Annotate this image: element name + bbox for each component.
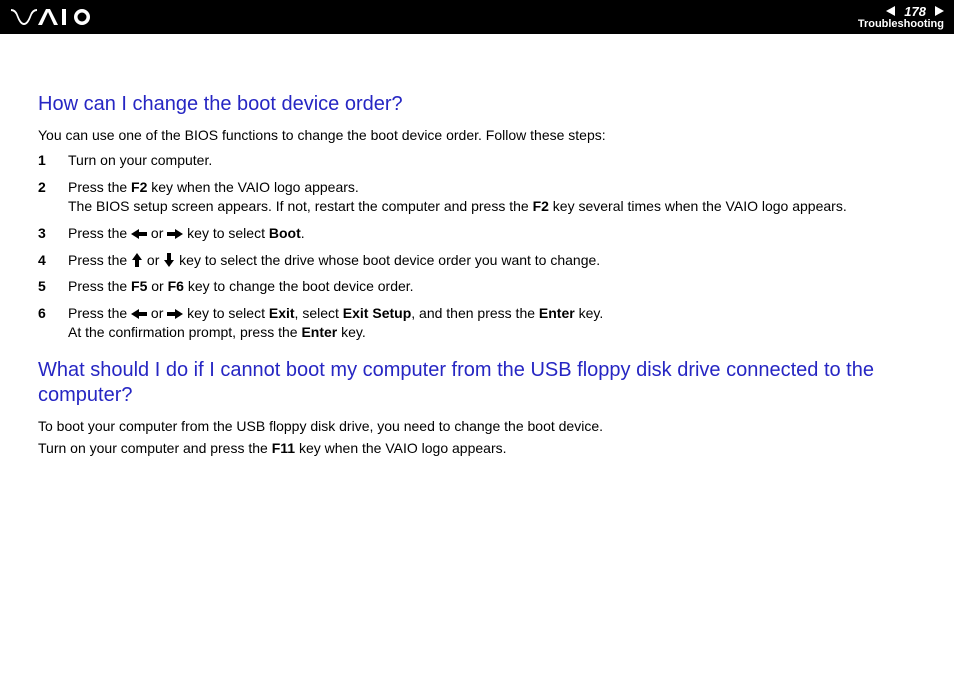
arrow-left-icon xyxy=(131,228,147,240)
step-5: Press the F5 or F6 key to change the boo… xyxy=(38,277,919,296)
heading-boot-order: How can I change the boot device order? xyxy=(38,92,919,117)
page-header: 178 Troubleshooting xyxy=(0,0,954,34)
next-page-arrow[interactable] xyxy=(930,6,944,16)
body-p1: To boot your computer from the USB flopp… xyxy=(38,418,919,434)
vaio-logo xyxy=(10,7,106,27)
page-number: 178 xyxy=(904,5,926,18)
arrow-left-icon xyxy=(131,308,147,320)
step-6: Press the or key to select Exit, select … xyxy=(38,304,919,342)
section-usb-boot: What should I do if I cannot boot my com… xyxy=(38,358,919,456)
step-1: Turn on your computer. xyxy=(38,151,919,170)
step-2: Press the F2 key when the VAIO logo appe… xyxy=(38,178,919,216)
heading-usb-boot: What should I do if I cannot boot my com… xyxy=(38,358,919,408)
arrow-up-icon xyxy=(131,253,143,267)
page-content: How can I change the boot device order? … xyxy=(0,34,954,456)
intro-text: You can use one of the BIOS functions to… xyxy=(38,127,919,143)
step-3: Press the or key to select Boot. xyxy=(38,224,919,243)
step-4: Press the or key to select the drive who… xyxy=(38,251,919,270)
arrow-right-icon xyxy=(167,228,183,240)
arrow-down-icon xyxy=(163,253,175,267)
header-right: 178 Troubleshooting xyxy=(858,5,944,30)
page-navigation: 178 xyxy=(886,5,944,18)
section-label: Troubleshooting xyxy=(858,19,944,30)
body-p2: Turn on your computer and press the F11 … xyxy=(38,440,919,456)
arrow-right-icon xyxy=(167,308,183,320)
prev-page-arrow[interactable] xyxy=(886,6,900,16)
steps-list: Turn on your computer. Press the F2 key … xyxy=(38,151,919,342)
